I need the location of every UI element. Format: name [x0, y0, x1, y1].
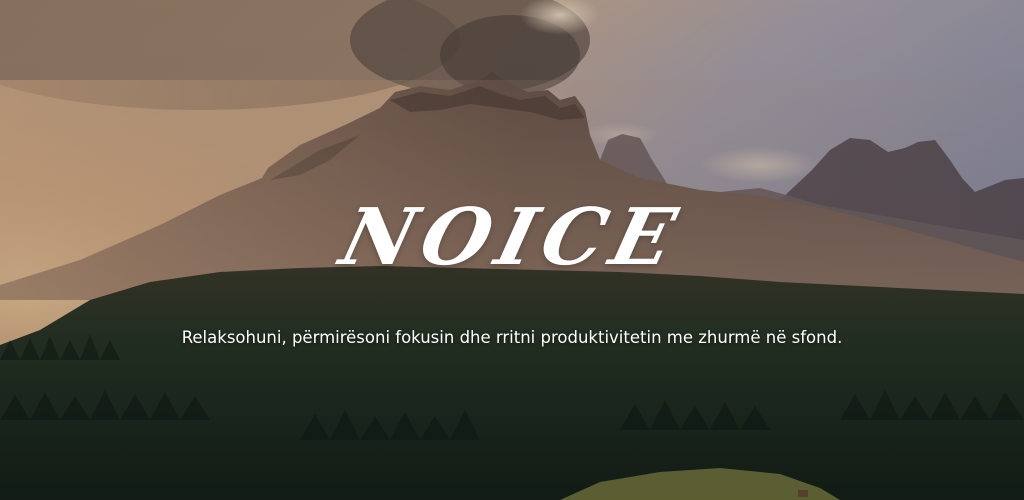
tagline-text: Relaksohuni, përmirësoni fokusin dhe rri…: [181, 328, 843, 347]
brand-title: NOICE: [332, 192, 693, 283]
hero-banner: NOICE Relaksohuni, përmirësoni fokusin d…: [0, 0, 1024, 500]
